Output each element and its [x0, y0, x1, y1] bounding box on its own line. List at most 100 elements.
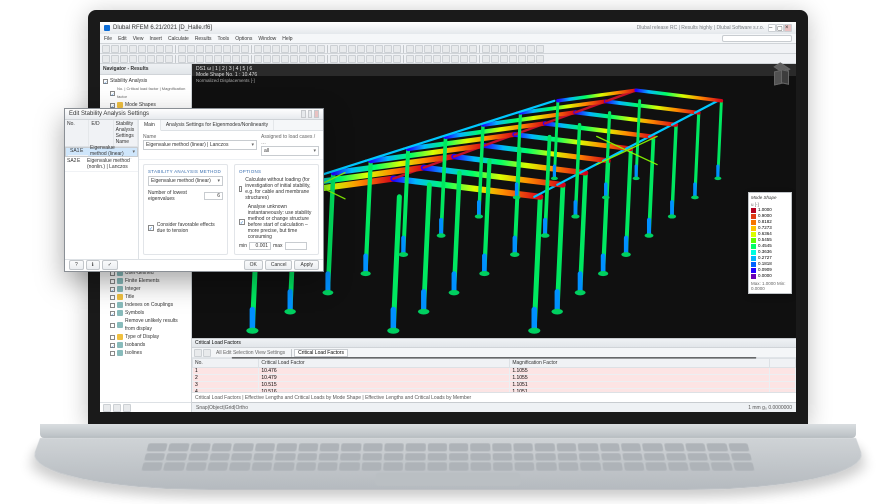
toolbar-button[interactable] — [111, 45, 119, 53]
dlg-list-row[interactable]: SA1EEigenvalue method (linear) — [65, 147, 138, 157]
toolbar-button[interactable] — [348, 55, 356, 63]
dialog-title-bar[interactable]: Edit Stability Analysis Settings — [65, 109, 323, 120]
toolbar-button[interactable] — [196, 45, 204, 53]
toolbar-button[interactable] — [175, 55, 176, 63]
toolbar-button[interactable] — [165, 55, 173, 63]
toolbar-button[interactable] — [272, 55, 280, 63]
toolbar-button[interactable] — [384, 45, 392, 53]
toolbar-button[interactable] — [187, 45, 195, 53]
table-row[interactable]: 310.5151.1051 — [193, 382, 796, 389]
toolbar-button[interactable] — [433, 55, 441, 63]
max-field[interactable] — [285, 242, 307, 250]
dlg-help-button[interactable]: ? — [69, 260, 84, 270]
toolbar-button[interactable] — [317, 45, 325, 53]
toolbar-button[interactable] — [272, 45, 280, 53]
count-field[interactable]: 6 — [204, 192, 223, 200]
search-box[interactable] — [722, 35, 792, 42]
menu-calc[interactable]: Calculate — [168, 36, 189, 42]
toolbar-button[interactable] — [290, 55, 298, 63]
max-button[interactable]: ▢ — [776, 24, 784, 32]
toolbar-button[interactable] — [375, 55, 383, 63]
toolbar-button[interactable] — [147, 55, 155, 63]
toolbar-button[interactable] — [308, 45, 316, 53]
toolbar-button[interactable] — [415, 45, 423, 53]
dlg-list-row[interactable]: SA2EEigenvalue method (nonlin.) | Lanczo… — [65, 157, 138, 172]
toolbar-button[interactable] — [518, 55, 526, 63]
toolbar-button[interactable] — [482, 55, 490, 63]
dlg-max-button[interactable] — [308, 110, 313, 118]
toolbar-button[interactable] — [357, 55, 365, 63]
toolbar-button[interactable] — [366, 45, 374, 53]
menu-file[interactable]: File — [104, 36, 112, 42]
toolbar-button[interactable] — [263, 55, 271, 63]
toolbar-button[interactable] — [527, 45, 535, 53]
toolbar-button[interactable] — [339, 45, 347, 53]
toolbar-button[interactable] — [403, 45, 404, 53]
menu-tools[interactable]: Tools — [218, 36, 230, 42]
menu-edit[interactable]: Edit — [118, 36, 127, 42]
toolbar-button[interactable] — [460, 45, 468, 53]
dlg-cancel-button[interactable]: Cancel — [265, 260, 293, 270]
toolbar-button[interactable] — [479, 45, 480, 53]
toolbar-button[interactable] — [187, 55, 195, 63]
toolbar-button[interactable] — [102, 45, 110, 53]
toolbar-button[interactable] — [536, 55, 544, 63]
toolbar-button[interactable] — [460, 55, 468, 63]
nav-tool-icon[interactable] — [123, 404, 131, 412]
toolbar-button[interactable] — [147, 45, 155, 53]
toolbar-button[interactable] — [232, 55, 240, 63]
tree-item[interactable]: Symbols — [125, 309, 144, 317]
toolbar-button[interactable] — [138, 55, 146, 63]
toolbar-button[interactable] — [102, 55, 110, 63]
tree-item[interactable]: Finite Elements — [125, 277, 159, 285]
menu-insert[interactable]: Insert — [149, 36, 162, 42]
dlg-name-select[interactable]: Eigenvalue method (linear) | Lanczos — [143, 140, 257, 150]
toolbar-button[interactable] — [178, 55, 186, 63]
toolbar-button[interactable] — [330, 55, 338, 63]
tree-item[interactable]: Remove unlikely results from display — [125, 317, 188, 333]
toolbar-button[interactable] — [357, 45, 365, 53]
toolbar-button[interactable] — [424, 55, 432, 63]
toolbar-button[interactable] — [518, 45, 526, 53]
toolbar-button[interactable] — [299, 45, 307, 53]
toolbar-button[interactable] — [165, 45, 173, 53]
tab-analysis[interactable]: Analysis Settings for Eigenmodes/Nonline… — [161, 120, 274, 130]
dlg-ok-button[interactable]: OK — [244, 260, 263, 270]
foot-ck[interactable]: Consider favorable effects due to tensio… — [157, 222, 223, 234]
toolbar-button[interactable] — [120, 45, 128, 53]
toolbar-button[interactable] — [120, 55, 128, 63]
toolbar-button[interactable] — [536, 45, 544, 53]
toolbar-button[interactable] — [393, 55, 401, 63]
toolbar-button[interactable] — [290, 45, 298, 53]
toolbar-button[interactable] — [175, 45, 176, 53]
toolbar-button[interactable] — [214, 55, 222, 63]
toolbar-button[interactable] — [469, 55, 477, 63]
toolbar-button[interactable] — [451, 45, 459, 53]
toolbar-button[interactable] — [299, 55, 307, 63]
toolbar-button[interactable] — [491, 45, 499, 53]
results-footer-tabs[interactable]: Critical Load Factors | Effective Length… — [192, 392, 796, 402]
menu-options[interactable]: Options — [235, 36, 252, 42]
toolbar-button[interactable] — [500, 55, 508, 63]
tree-item[interactable]: Isobands — [125, 341, 145, 349]
toolbar-button[interactable] — [366, 55, 374, 63]
menu-help[interactable]: Help — [282, 36, 292, 42]
dlg-info-button[interactable]: ℹ — [86, 260, 100, 270]
toolbar-button[interactable] — [375, 45, 383, 53]
toolbar-button[interactable] — [241, 45, 249, 53]
menu-view[interactable]: View — [133, 36, 144, 42]
toolbar-button[interactable] — [403, 55, 404, 63]
min-field[interactable]: 0.001 — [249, 242, 271, 250]
toolbar-button[interactable] — [330, 45, 338, 53]
toolbar-button[interactable] — [281, 55, 289, 63]
toolbar-button[interactable] — [500, 45, 508, 53]
toolbar-button[interactable] — [232, 45, 240, 53]
toolbar-button[interactable] — [196, 55, 204, 63]
toolbar-button[interactable] — [223, 55, 231, 63]
toolbar-button[interactable] — [223, 45, 231, 53]
close-button[interactable]: × — [784, 24, 792, 32]
toolbar-button[interactable] — [406, 45, 414, 53]
toolbar-button[interactable] — [406, 55, 414, 63]
dlg-min-button[interactable] — [301, 110, 306, 118]
toolbar-button[interactable] — [327, 55, 328, 63]
